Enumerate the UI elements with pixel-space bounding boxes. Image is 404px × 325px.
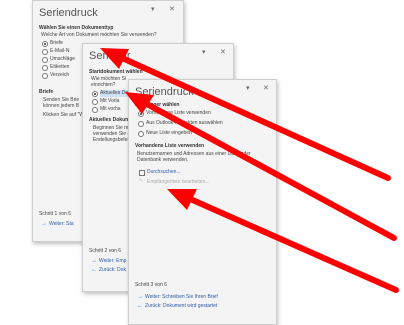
radio-labels[interactable]: [42, 65, 48, 71]
option-label: Etiketten: [50, 64, 70, 70]
mail-merge-pane-step3: Seriendruck ▾ ✕ Empfänger wählen Vorhand…: [128, 79, 277, 325]
step-indicator: Schritt 1 von 6: [39, 211, 71, 217]
step-heading: Wählen Sie einen Dokumenttyp: [39, 25, 114, 31]
chevron-down-icon[interactable]: ▾: [151, 5, 155, 14]
pane-title: Seriendruck: [39, 7, 98, 19]
close-icon[interactable]: ✕: [263, 84, 269, 93]
next-step-link[interactable]: → Weiter: Schreiben Sie Ihren Brief: [137, 293, 218, 301]
step-heading: Startdokument wählen: [89, 69, 143, 75]
edit-list-icon: ✎: [139, 178, 144, 184]
next-step-link[interactable]: → Weiter: Emp: [91, 257, 126, 265]
radio-letters[interactable]: [42, 41, 48, 47]
option-label: E-Mail-N: [50, 48, 70, 54]
option-label: Mit Vorla: [100, 98, 120, 104]
section-heading: Briefe: [39, 89, 54, 95]
browse-link[interactable]: Durchsuchen...: [147, 169, 181, 176]
option-label: Verzeich: [50, 72, 70, 78]
question-text: einrichten?: [91, 82, 116, 88]
previous-step-link[interactable]: ← Zurück: Dokument wird gestartet: [137, 302, 217, 310]
description-line: Datenbank verwenden.: [137, 157, 189, 163]
browse-icon: [139, 170, 145, 176]
arrow-right-icon: →: [91, 258, 97, 264]
arrow-left-icon: ←: [137, 303, 143, 309]
chevron-down-icon[interactable]: ▾: [202, 48, 206, 57]
step-heading: Empfänger wählen: [135, 102, 180, 108]
radio-directory[interactable]: [42, 73, 48, 79]
close-icon[interactable]: ✕: [169, 5, 175, 14]
previous-step-link[interactable]: ← Zurück: Dok: [91, 266, 126, 274]
option-label: Briefe: [50, 40, 64, 46]
option-label: Neue Liste eingeben: [146, 130, 192, 136]
radio-outlook-contacts[interactable]: [138, 121, 144, 127]
radio-use-existing-list[interactable]: [138, 111, 144, 117]
option-label: Aktuelles Do: [100, 90, 129, 97]
option-label: Vorhandene Liste verwenden: [146, 110, 211, 116]
arrow-left-icon: ←: [91, 267, 97, 273]
description-line: können jedem B: [43, 103, 80, 109]
radio-email[interactable]: [42, 49, 48, 55]
section-heading: Vorhandene Liste verwenden: [135, 143, 205, 149]
radio-from-template[interactable]: [92, 99, 98, 105]
question-text: Welche Art von Dokument möchten Sie verw…: [41, 32, 157, 38]
step-indicator: Schritt 3 von 6: [135, 282, 167, 288]
step-indicator: Schritt 2 von 6: [89, 248, 121, 254]
arrow-right-icon: →: [137, 294, 143, 300]
pane-title: Seriendruck: [135, 86, 194, 98]
next-step-link[interactable]: → Weiter: Sta: [41, 220, 74, 228]
chevron-down-icon[interactable]: ▾: [246, 84, 250, 93]
pane-title: Seriendr: [89, 50, 131, 62]
radio-existing-document[interactable]: [92, 107, 98, 113]
arrow-right-icon: →: [41, 221, 47, 227]
close-icon[interactable]: ✕: [220, 48, 226, 57]
radio-new-list[interactable]: [138, 131, 144, 137]
description-line: Erstellungsbefehl: [93, 137, 132, 143]
description-line: Klicken Sie auf "W: [43, 112, 84, 118]
radio-envelopes[interactable]: [42, 57, 48, 63]
option-label: Umschläge: [50, 56, 76, 62]
radio-current-document[interactable]: [92, 91, 98, 97]
section-heading: Aktuelles Dokume: [89, 117, 133, 123]
edit-recipient-list-link[interactable]: Empfängerliste bearbeiten...: [147, 179, 210, 186]
option-label: Aus Outlook-Kontakten auswählen: [146, 120, 223, 126]
option-label: Mit vorha: [100, 106, 121, 112]
